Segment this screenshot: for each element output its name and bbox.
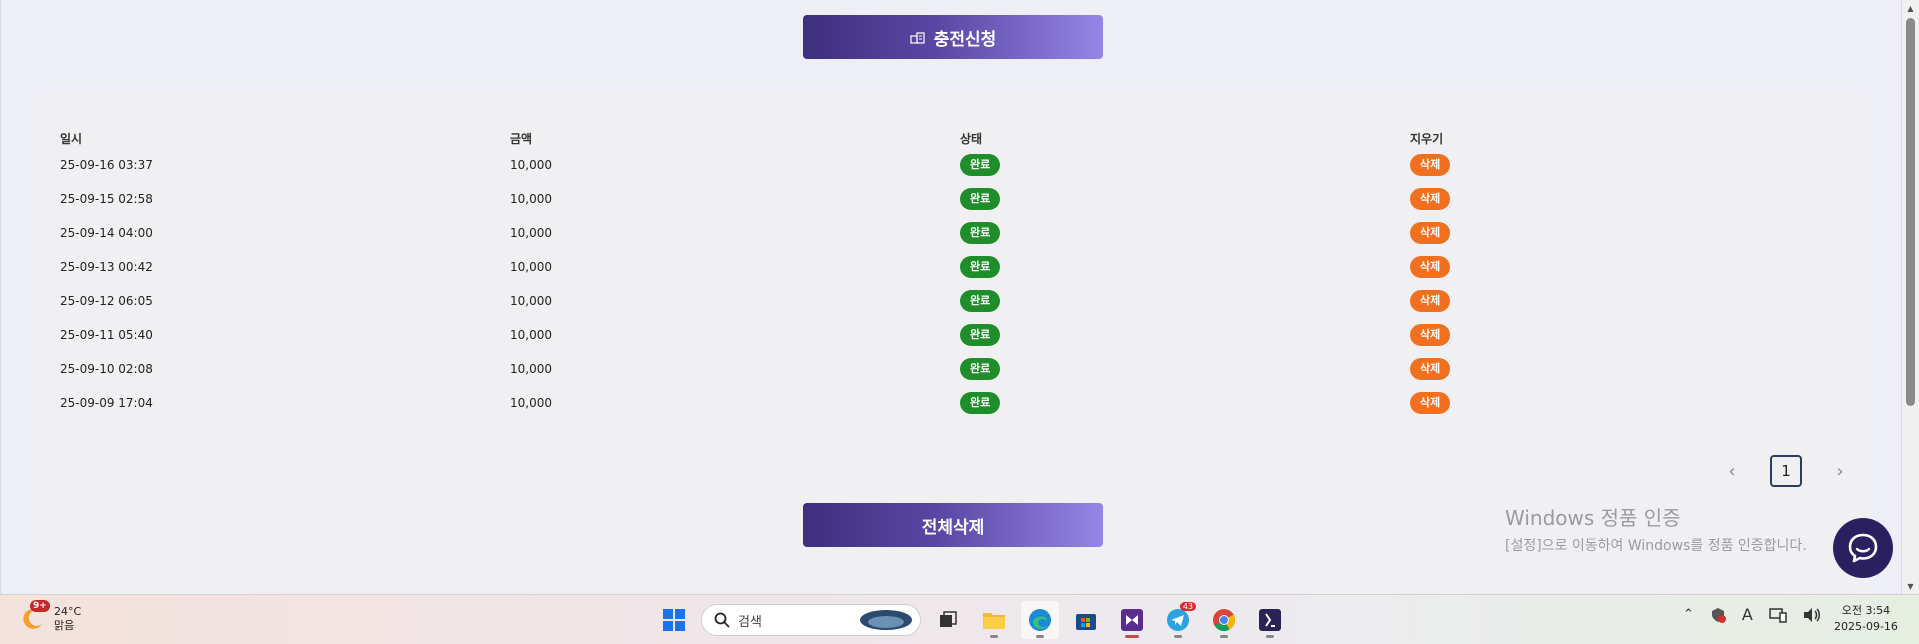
search-highlight-icon xyxy=(860,610,912,630)
windows-activation-watermark: Windows 정품 인증 [설정]으로 이동하여 Windows를 정품 인증… xyxy=(1505,502,1807,555)
weather-temperature: 24°C xyxy=(54,605,82,618)
system-tray: ⌃ A xyxy=(1683,605,1821,624)
table-header: 일시 금액 상태 지우기 xyxy=(60,128,1860,148)
prev-page-button[interactable]: ‹ xyxy=(1722,461,1742,482)
clock-date: 2025-09-16 xyxy=(1834,620,1898,633)
status-badge: 완료 xyxy=(960,188,1001,210)
row-date: 25-09-13 00:42 xyxy=(60,260,153,274)
row-amount: 10,000 xyxy=(510,158,552,172)
scrollbar-thumb[interactable] xyxy=(1906,18,1915,406)
weather-condition: 맑음 xyxy=(54,619,75,632)
search-icon xyxy=(714,612,730,628)
status-badge: 완료 xyxy=(960,358,1001,380)
delete-button[interactable]: 삭제 xyxy=(1410,392,1451,414)
status-badge: 완료 xyxy=(960,290,1001,312)
header-date: 일시 xyxy=(60,131,83,146)
row-amount: 10,000 xyxy=(510,396,552,410)
charge-request-button[interactable]: 충전신청 xyxy=(803,15,1103,59)
chrome-icon[interactable] xyxy=(1205,601,1243,639)
delete-button[interactable]: 삭제 xyxy=(1410,222,1451,244)
row-amount: 10,000 xyxy=(510,328,552,342)
header-status: 상태 xyxy=(960,131,983,146)
tray-overflow-chevron-icon[interactable]: ⌃ xyxy=(1683,607,1694,622)
delete-button[interactable]: 삭제 xyxy=(1410,188,1451,210)
header-amount: 금액 xyxy=(510,131,533,146)
watermark-title: Windows 정품 인증 xyxy=(1505,506,1681,530)
telegram-icon[interactable]: 43 xyxy=(1159,601,1197,639)
row-amount: 10,000 xyxy=(510,362,552,376)
table-body: 25-09-16 03:37 10,000 완료 삭제 25-09-15 02:58 10… xyxy=(60,148,1860,420)
row-date: 25-09-12 06:05 xyxy=(60,294,153,308)
row-amount: 10,000 xyxy=(510,260,552,274)
taskbar-clock[interactable]: 오전 3:54 2025-09-16 xyxy=(1834,603,1898,635)
table-row: 25-09-15 02:58 10,000 완료 삭제 xyxy=(60,182,1860,216)
task-view-icon[interactable] xyxy=(929,601,967,639)
delete-button[interactable]: 삭제 xyxy=(1410,290,1451,312)
watermark-subtitle: [설정]으로 이동하여 Windows를 정품 인증합니다. xyxy=(1505,538,1807,554)
row-date: 25-09-11 05:40 xyxy=(60,328,153,342)
status-badge: 완료 xyxy=(960,256,1001,278)
delete-button[interactable]: 삭제 xyxy=(1410,154,1451,176)
file-explorer-icon[interactable] xyxy=(975,601,1013,639)
scroll-down-arrow-icon[interactable]: ▼ xyxy=(1902,578,1919,594)
visual-studio-icon[interactable] xyxy=(1113,601,1151,639)
table-row: 25-09-11 05:40 10,000 완료 삭제 xyxy=(60,318,1860,352)
row-amount: 10,000 xyxy=(510,226,552,240)
network-icon[interactable] xyxy=(1769,607,1787,623)
volume-icon[interactable] xyxy=(1803,607,1821,623)
taskbar-apps: 검색 43 xyxy=(655,601,1289,639)
windows-start-icon[interactable] xyxy=(655,601,693,639)
charge-icon xyxy=(910,32,925,44)
weather-widget[interactable]: 9+ 24°C 맑음 xyxy=(20,600,82,633)
status-badge: 완료 xyxy=(960,392,1001,414)
table-row: 25-09-16 03:37 10,000 완료 삭제 xyxy=(60,148,1860,182)
page-number-button[interactable]: 1 xyxy=(1770,455,1802,487)
table-row: 25-09-12 06:05 10,000 완료 삭제 xyxy=(60,284,1860,318)
delete-button[interactable]: 삭제 xyxy=(1410,358,1451,380)
table-row: 25-09-13 00:42 10,000 완료 삭제 xyxy=(60,250,1860,284)
search-placeholder: 검색 xyxy=(738,614,762,630)
frame-left-border xyxy=(0,0,4,594)
delete-all-button[interactable]: 전체삭제 xyxy=(803,503,1103,547)
charge-request-label: 충전신청 xyxy=(933,29,997,50)
frame-right-border xyxy=(1882,0,1902,594)
row-date: 25-09-15 02:58 xyxy=(60,192,153,206)
moon-weather-icon: 9+ xyxy=(20,600,50,632)
page: 충전신청 일시 금액 상태 지우기 25-09-16 03:37 10,000 완료… xyxy=(0,0,1902,594)
row-date: 25-09-14 04:00 xyxy=(60,226,153,240)
microsoft-store-icon[interactable] xyxy=(1067,601,1105,639)
chat-bubble-icon xyxy=(1848,533,1878,563)
charge-history-table: 일시 금액 상태 지우기 25-09-16 03:37 10,000 완료 삭제 25-… xyxy=(60,128,1860,420)
delete-all-label: 전체삭제 xyxy=(921,517,985,538)
windows-taskbar: 9+ 24°C 맑음 검색 43 ⌃ A 오전 3:54 2025-09-16 xyxy=(0,594,1919,644)
delete-button[interactable]: 삭제 xyxy=(1410,324,1451,346)
table-row: 25-09-14 04:00 10,000 완료 삭제 xyxy=(60,216,1860,250)
chat-button[interactable] xyxy=(1833,518,1893,578)
taskbar-search-input[interactable]: 검색 xyxy=(701,604,921,636)
pagination: ‹ 1 › xyxy=(1722,455,1850,487)
next-page-button[interactable]: › xyxy=(1830,461,1850,482)
row-date: 25-09-09 17:04 xyxy=(60,396,153,410)
scroll-up-arrow-icon[interactable]: ▲ xyxy=(1902,0,1919,16)
weather-badge: 9+ xyxy=(30,600,50,612)
clock-time: 오전 3:54 xyxy=(1841,604,1891,617)
row-amount: 10,000 xyxy=(510,294,552,308)
edge-browser-icon[interactable] xyxy=(1021,601,1059,639)
table-row: 25-09-10 02:08 10,000 완료 삭제 xyxy=(60,352,1860,386)
input-method-icon[interactable]: A xyxy=(1742,605,1753,624)
row-date: 25-09-10 02:08 xyxy=(60,362,153,376)
https-tool-icon[interactable] xyxy=(1251,601,1289,639)
row-amount: 10,000 xyxy=(510,192,552,206)
vertical-scrollbar[interactable]: ▲ ▼ xyxy=(1902,0,1919,594)
status-badge: 완료 xyxy=(960,154,1001,176)
telegram-badge: 43 xyxy=(1179,602,1196,611)
table-row: 25-09-09 17:04 10,000 완료 삭제 xyxy=(60,386,1860,420)
security-status-icon[interactable] xyxy=(1710,607,1726,623)
delete-button[interactable]: 삭제 xyxy=(1410,256,1451,278)
status-badge: 완료 xyxy=(960,324,1001,346)
header-delete: 지우기 xyxy=(1410,131,1444,146)
status-badge: 완료 xyxy=(960,222,1001,244)
row-date: 25-09-16 03:37 xyxy=(60,158,153,172)
